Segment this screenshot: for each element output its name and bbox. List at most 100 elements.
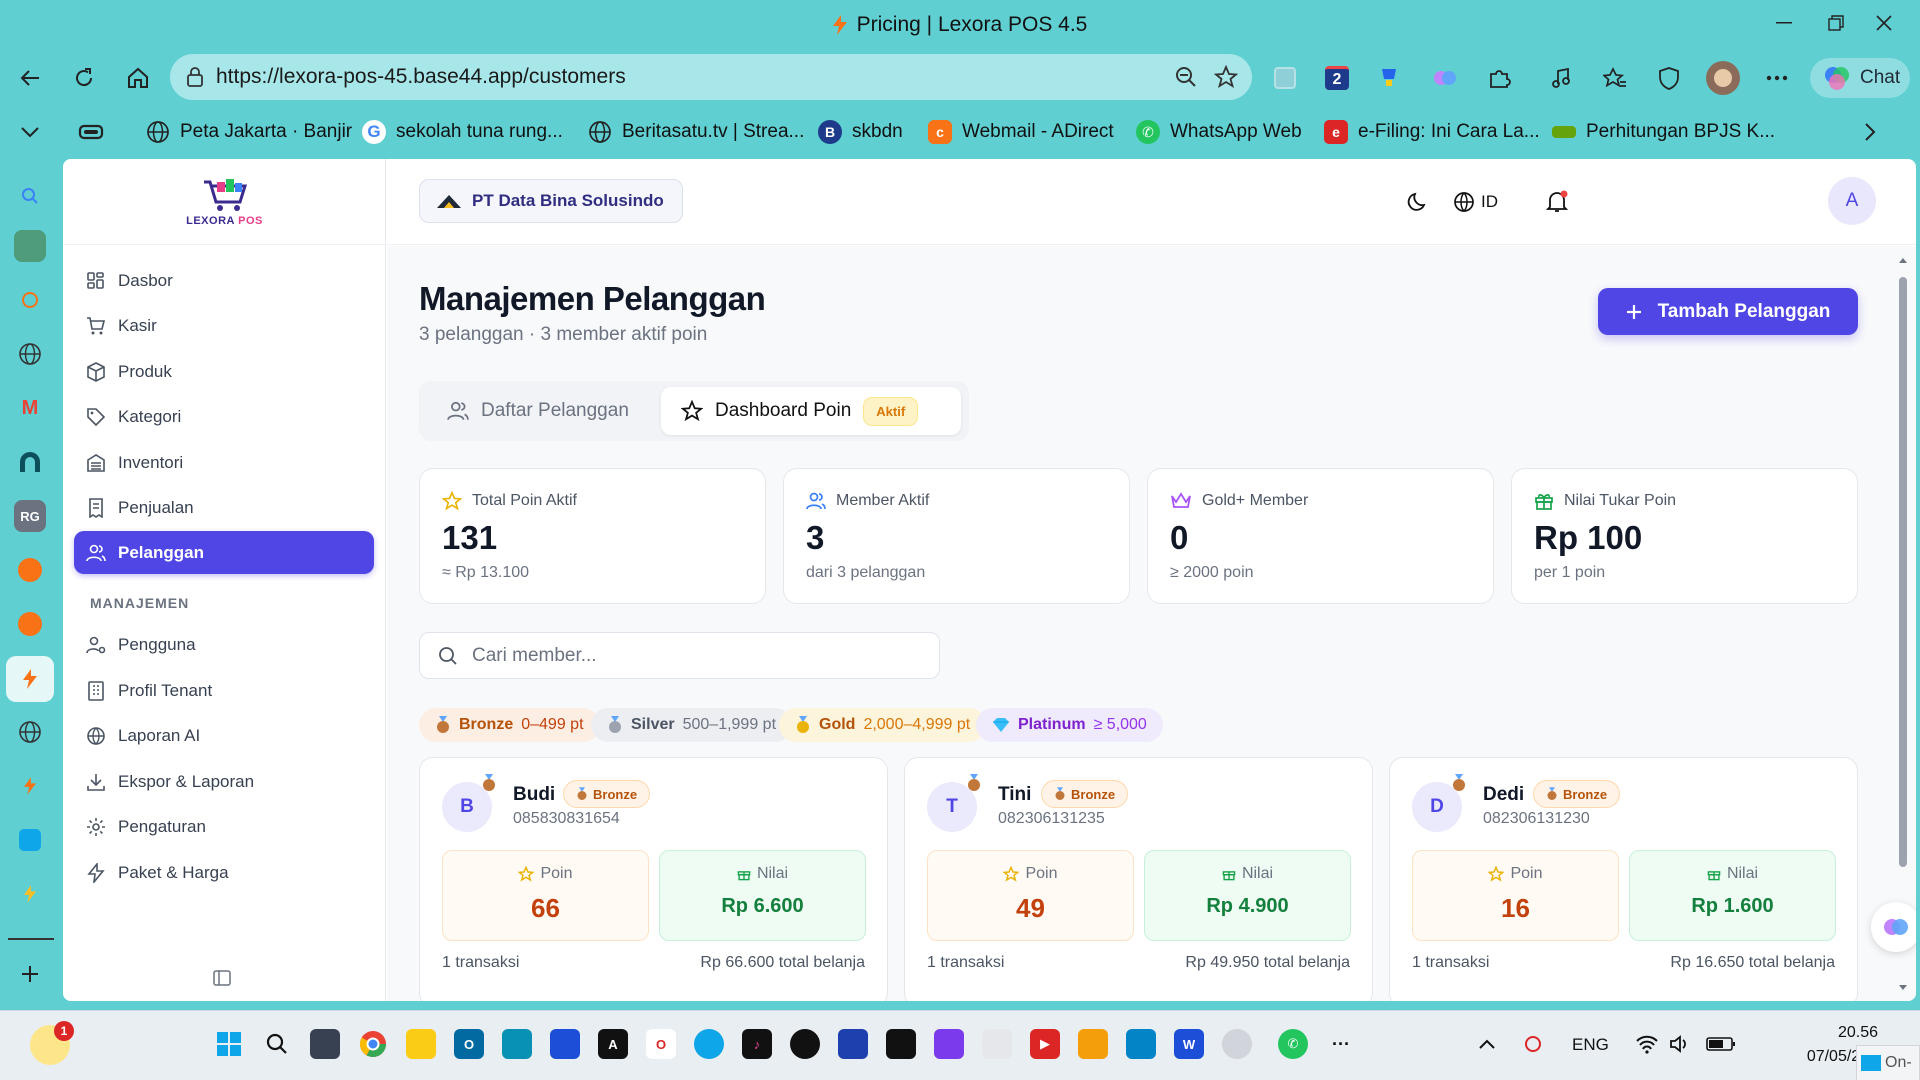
extension-trophy-icon[interactable] [1374, 63, 1404, 93]
app-icon-3[interactable]: A [598, 1029, 628, 1059]
bolt-icon-2[interactable] [14, 770, 46, 802]
app-icon-4[interactable]: O [646, 1029, 676, 1059]
app-orange-icon[interactable] [14, 554, 46, 586]
language-selector[interactable]: ID [1453, 181, 1498, 223]
bookmark-3[interactable]: Beritasatu.tv | Strea... [588, 118, 804, 146]
bookmark-8[interactable]: Perhitungan BPJS K... [1552, 118, 1775, 146]
notifications-bell-icon[interactable] [1545, 181, 1569, 223]
youtube-icon[interactable]: ▶ [1030, 1029, 1060, 1059]
layers-icon[interactable] [14, 230, 46, 262]
sidebar-item-kasir[interactable]: Kasir [74, 304, 374, 347]
search-input[interactable] [472, 643, 922, 669]
chrome-icon[interactable] [358, 1029, 388, 1059]
tenant-selector[interactable]: PT Data Bina Solusindo [419, 179, 683, 223]
app-icon-9[interactable] [1078, 1029, 1108, 1059]
zoom-out-icon[interactable] [1174, 65, 1198, 89]
bookmark-4[interactable]: Bskbdn [818, 118, 903, 146]
app-orange-icon-2[interactable] [14, 608, 46, 640]
globe-icon-2[interactable] [14, 716, 46, 748]
refresh-button[interactable] [66, 60, 102, 96]
user-avatar[interactable]: A [1828, 177, 1876, 225]
chevron-up-icon[interactable] [1472, 1029, 1502, 1059]
gmail-icon[interactable]: M [14, 392, 46, 424]
scrollbar-thumb[interactable] [1899, 277, 1907, 867]
minimize-button[interactable] [1754, 0, 1814, 46]
taskbar-search-icon[interactable] [262, 1029, 292, 1059]
app-icon-1[interactable] [502, 1029, 532, 1059]
page-scrollbar[interactable] [1896, 255, 1910, 995]
link-icon[interactable] [14, 284, 46, 316]
input-language[interactable]: ENG [1572, 1035, 1609, 1055]
favorites-icon[interactable] [1600, 63, 1630, 93]
bookmark-6[interactable]: ✆ WhatsApp Web [1136, 118, 1302, 146]
edge-icon[interactable] [694, 1029, 724, 1059]
sidebar-collapse-icon[interactable] [213, 969, 235, 991]
sidebar-item-pelanggan[interactable]: Pelanggan [74, 531, 374, 574]
sidebar-item-dasbor[interactable]: Dasbor [74, 259, 374, 302]
tabs-icon[interactable] [78, 118, 104, 146]
whatsapp-icon[interactable]: ✆ [1278, 1029, 1308, 1059]
tab-dashboard-poin[interactable]: Dashboard Poin Aktif [661, 387, 961, 435]
outlook-icon[interactable]: O [454, 1029, 484, 1059]
wifi-icon[interactable] [1632, 1029, 1662, 1059]
app-logo[interactable]: LEXORA POS [63, 159, 386, 245]
app-icon-8[interactable] [982, 1029, 1012, 1059]
tab-daftar-pelanggan[interactable]: Daftar Pelanggan [427, 387, 649, 435]
bookmark-7[interactable]: e e-Filing: Ini Cara La... [1324, 118, 1540, 146]
search-icon[interactable] [14, 180, 46, 212]
openai-icon[interactable] [790, 1029, 820, 1059]
volume-icon[interactable] [1666, 1029, 1696, 1059]
sidebar-item-ekspor[interactable]: Ekspor & Laporan [74, 760, 374, 803]
sidebar-item-inventori[interactable]: Inventori [74, 441, 374, 484]
app-icon-2[interactable] [550, 1029, 580, 1059]
member-card[interactable]: B Budi Bronze 085830831654 Poin 66 Nilai… [419, 757, 888, 1001]
word-icon[interactable]: W [1174, 1029, 1204, 1059]
sidebar-item-pengaturan[interactable]: Pengaturan [74, 805, 374, 848]
tier-chip-bronze[interactable]: Bronze 0–499 pt [419, 708, 600, 742]
extensions-puzzle-icon[interactable] [1484, 63, 1514, 93]
extension-brain-icon[interactable] [1430, 63, 1460, 93]
sidebar-item-pengguna[interactable]: Pengguna [74, 623, 374, 666]
sidebar-item-penjualan[interactable]: Penjualan [74, 486, 374, 529]
bookmark-1[interactable]: Peta Jakarta · Banjir [146, 118, 352, 146]
task-view-icon[interactable] [310, 1029, 340, 1059]
extension-square-icon[interactable] [1270, 63, 1300, 93]
tier-chip-gold[interactable]: Gold 2,000–4,999 pt [779, 708, 987, 742]
weather-icon[interactable]: 1 [30, 1021, 74, 1065]
sidebar-item-profil-tenant[interactable]: Profil Tenant [74, 669, 374, 712]
bookmark-5[interactable]: c Webmail - ADirect [928, 118, 1114, 146]
sidebar-item-produk[interactable]: Produk [74, 350, 374, 393]
media-icon[interactable] [1546, 63, 1576, 93]
add-icon[interactable] [14, 958, 46, 990]
back-button[interactable] [12, 60, 48, 96]
file-explorer-icon[interactable] [406, 1029, 436, 1059]
shield-icon[interactable] [1654, 63, 1684, 93]
app-icon-7[interactable] [934, 1029, 964, 1059]
app-blue-icon[interactable] [14, 824, 46, 856]
sidebar-item-paket-harga[interactable]: Paket & Harga [74, 851, 374, 894]
close-button[interactable] [1854, 0, 1914, 46]
member-card[interactable]: T Tini Bronze 082306131235 Poin 49 Nilai… [904, 757, 1373, 1001]
battery-icon[interactable] [1706, 1029, 1736, 1059]
update-icon[interactable] [1518, 1029, 1548, 1059]
chevron-down-icon[interactable] [12, 114, 48, 150]
sidebar-item-laporan-ai[interactable]: Laporan AI [74, 714, 374, 757]
copilot-chat-button[interactable]: Chat [1810, 58, 1910, 98]
app-icon-6[interactable] [886, 1029, 916, 1059]
more-options-icon[interactable] [1762, 63, 1792, 93]
bolt-icon-3[interactable] [14, 878, 46, 910]
add-customer-button[interactable]: Tambah Pelanggan [1598, 288, 1858, 335]
globe-icon[interactable] [14, 338, 46, 370]
url-bar[interactable]: https://lexora-pos-45.base44.app/custome… [170, 54, 1252, 100]
tier-chip-platinum[interactable]: Platinum ≥ 5,000 [976, 708, 1163, 742]
sidebar-item-kategori[interactable]: Kategori [74, 395, 374, 438]
notification-popup[interactable]: On- [1856, 1045, 1920, 1080]
chevron-right-icon[interactable] [1852, 114, 1888, 150]
start-windows-icon[interactable] [214, 1029, 244, 1059]
tiktok-icon[interactable]: ♪ [742, 1029, 772, 1059]
favorite-star-icon[interactable] [1214, 65, 1238, 89]
active-tab-bolt-icon[interactable] [6, 656, 54, 702]
more-apps-icon[interactable]: ··· [1326, 1029, 1356, 1059]
app-icon-11[interactable] [1222, 1029, 1252, 1059]
bookmark-2[interactable]: Gsekolah tuna rung... [362, 118, 563, 146]
